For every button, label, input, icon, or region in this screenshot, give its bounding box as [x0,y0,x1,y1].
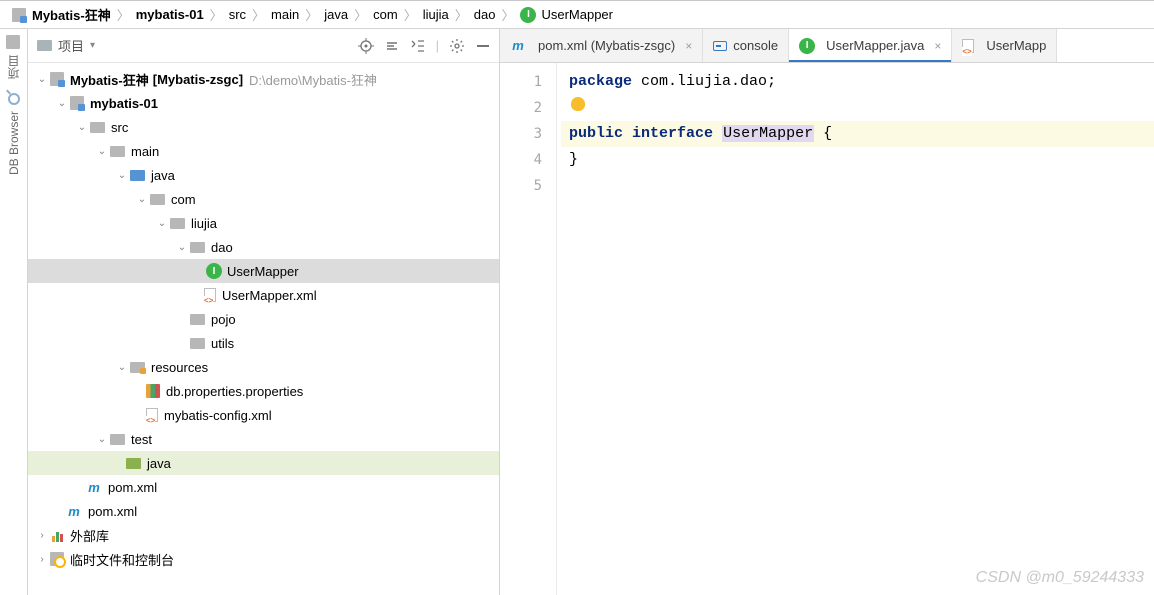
dropdown-icon[interactable]: ▾ [90,40,95,51]
maven-icon: m [66,503,82,519]
tree-test-java[interactable]: java [28,451,499,475]
folder-icon [110,146,125,157]
rail-db-browser[interactable]: DB Browser [7,93,21,175]
tree-dao[interactable]: ⌄ dao [28,235,499,259]
scratch-icon [50,552,64,566]
breadcrumb: Mybatis-狂神 〉 mybatis-01 〉 src 〉 main 〉 j… [0,1,1154,29]
package-icon [150,194,165,205]
project-panel: 项目 ▾ | ⌄ Mybatis-狂神 [Mybatis-zsgc] D:\de… [28,29,500,595]
tree-pojo[interactable]: › pojo [28,307,499,331]
editor: m pom.xml (Mybatis-zsgc) × console I Use… [500,29,1154,595]
panel-title: 项目 [58,36,84,55]
intention-bulb-icon[interactable] [571,97,585,111]
folder-icon [110,434,125,445]
tree-main[interactable]: ⌄ main [28,139,499,163]
tree-scratch[interactable]: › 临时文件和控制台 [28,547,499,571]
interface-icon: I [206,263,222,279]
breadcrumb-leaf[interactable]: I UserMapper [516,7,617,23]
tab-pom[interactable]: m pom.xml (Mybatis-zsgc) × [500,29,703,62]
gear-icon[interactable] [449,38,465,54]
tree-usermapper[interactable]: I UserMapper [28,259,499,283]
tree-root[interactable]: ⌄ Mybatis-狂神 [Mybatis-zsgc] D:\demo\Myba… [28,67,499,91]
tree-module[interactable]: ⌄ mybatis-01 [28,91,499,115]
expand-icon[interactable] [384,38,400,54]
breadcrumb-main[interactable]: main [267,7,303,22]
breadcrumb-root[interactable]: Mybatis-狂神 [8,5,115,24]
editor-tabs: m pom.xml (Mybatis-zsgc) × console I Use… [500,29,1154,63]
tree-liujia[interactable]: ⌄ liujia [28,211,499,235]
source-folder-icon [130,170,145,181]
tab-console[interactable]: console [703,29,789,62]
module-icon [50,72,64,86]
tree-test[interactable]: ⌄ test [28,427,499,451]
tree-mybatis-cfg[interactable]: mybatis-config.xml [28,403,499,427]
maven-icon: m [86,479,102,495]
tree-module-pom[interactable]: m pom.xml [28,475,499,499]
package-icon [190,242,205,253]
gutter: 1 2 3 4 5 [500,63,556,595]
breadcrumb-src[interactable]: src [225,7,250,22]
code-body[interactable]: package com.liujia.dao; public interface… [557,63,1154,595]
folder-icon [90,122,105,133]
tab-usermapper-xml[interactable]: UserMapp [952,29,1057,62]
tree-java[interactable]: ⌄ java [28,163,499,187]
project-icon [12,8,26,22]
project-panel-header: 项目 ▾ | [28,29,499,63]
maven-icon: m [510,38,526,54]
tree-resources[interactable]: ⌄ resources [28,355,499,379]
code-line-3: public interface UserMapper { [561,121,1154,147]
interface-icon: I [799,38,815,54]
xml-icon [962,39,974,53]
breadcrumb-com[interactable]: com [369,7,402,22]
tree-src[interactable]: ⌄ src [28,115,499,139]
watermark: CSDN @m0_59244333 [976,569,1144,587]
tab-usermapper[interactable]: I UserMapper.java × [789,29,952,62]
breadcrumb-dao[interactable]: dao [470,7,500,22]
code-line-4: } [561,147,1154,173]
test-folder-icon [126,458,141,469]
tree-external-libs[interactable]: › 外部库 [28,523,499,547]
tree-utils[interactable]: › utils [28,331,499,355]
interface-icon: I [520,7,536,23]
db-icon [8,93,20,105]
collapse-icon[interactable] [410,38,426,54]
rail-project[interactable]: 项目 [5,35,22,79]
tree-com[interactable]: ⌄ com [28,187,499,211]
code-line-5 [561,173,1154,199]
locate-icon[interactable] [358,38,374,54]
project-rail-icon [7,35,21,49]
module-icon [70,96,84,110]
tree-dbprops[interactable]: db.properties.properties [28,379,499,403]
libraries-icon [50,528,64,542]
breadcrumb-java[interactable]: java [320,7,352,22]
breadcrumb-module[interactable]: mybatis-01 [132,7,208,22]
tree-root-pom[interactable]: m pom.xml [28,499,499,523]
left-tool-rail: 项目 DB Browser [0,29,28,595]
folder-icon [36,38,52,54]
code-line-2 [561,95,1154,121]
close-icon[interactable]: × [934,39,941,53]
console-icon [713,41,727,51]
project-tree: ⌄ Mybatis-狂神 [Mybatis-zsgc] D:\demo\Myba… [28,63,499,595]
package-icon [190,338,205,349]
close-icon[interactable]: × [685,39,692,53]
xml-icon [204,288,216,302]
package-icon [170,218,185,229]
hide-icon[interactable] [475,38,491,54]
xml-icon [146,408,158,422]
properties-icon [146,384,160,398]
tree-usermapper-xml[interactable]: UserMapper.xml [28,283,499,307]
package-icon [190,314,205,325]
code-line-1: package com.liujia.dao; [561,69,1154,95]
breadcrumb-liujia[interactable]: liujia [419,7,453,22]
